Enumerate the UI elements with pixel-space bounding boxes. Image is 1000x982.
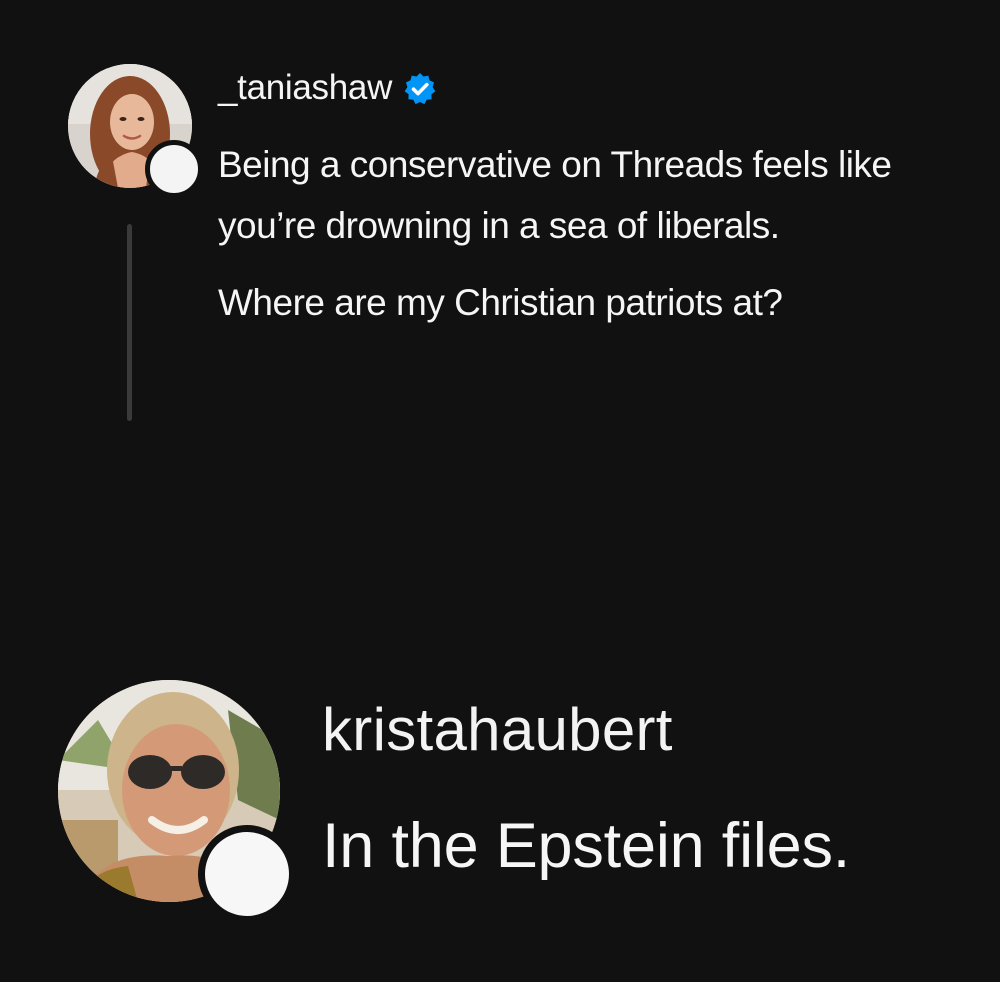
- follow-button-kristahaubert[interactable]: [198, 825, 296, 923]
- follow-button-taniashaw[interactable]: [145, 140, 203, 198]
- username-kristahaubert[interactable]: kristahaubert: [322, 690, 673, 770]
- post-text-line: Where are my Christian patriots at?: [218, 282, 783, 323]
- thread-connector-line: [127, 224, 132, 421]
- username-taniashaw[interactable]: _taniashaw: [218, 66, 392, 110]
- verified-badge-icon: [402, 71, 438, 107]
- post-body-kristahaubert: In the Epstein files.: [322, 811, 851, 881]
- post-header: _taniashaw: [218, 66, 438, 110]
- post-body-taniashaw: Being a conservative on Threads feels li…: [218, 134, 948, 333]
- post-text-line: Being a conservative on Threads feels li…: [218, 144, 892, 246]
